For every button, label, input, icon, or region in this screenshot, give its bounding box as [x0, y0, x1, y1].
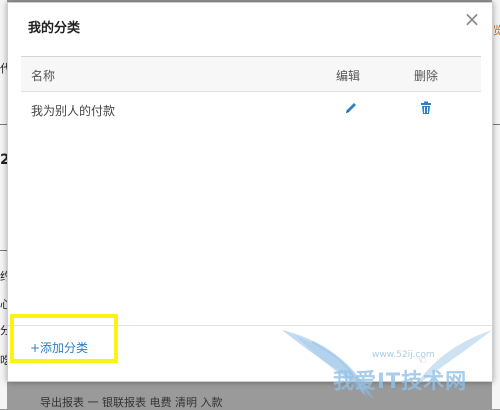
cursor-icon: ☜ [416, 353, 427, 367]
trash-icon[interactable] [419, 101, 433, 115]
close-button[interactable]: × [462, 9, 482, 29]
category-name: 我为别人的付款 [31, 104, 116, 118]
background-divider [0, 250, 7, 251]
background-page-right [492, 0, 500, 409]
watermark-text: 我爱IT技术网 [333, 369, 468, 393]
highlight-box [10, 314, 118, 363]
background-divider [492, 124, 500, 125]
column-header-edit: 编辑 [336, 69, 361, 83]
background-glyph: 览 [493, 24, 500, 37]
background-divider [0, 124, 7, 125]
dialog-title: 我的分类 [28, 21, 81, 36]
pencil-icon[interactable] [344, 101, 358, 115]
column-header-name: 名称 [31, 69, 56, 83]
column-header-delete: 删除 [414, 69, 439, 83]
table-header: 名称 编辑 删除 [21, 57, 481, 92]
background-bottom-text: 导出报表 一 银联报表 电费 清明 入款 [40, 396, 223, 409]
table-row: 我为别人的付款 [21, 92, 481, 126]
category-table: 名称 编辑 删除 我为别人的付款 [21, 56, 481, 126]
